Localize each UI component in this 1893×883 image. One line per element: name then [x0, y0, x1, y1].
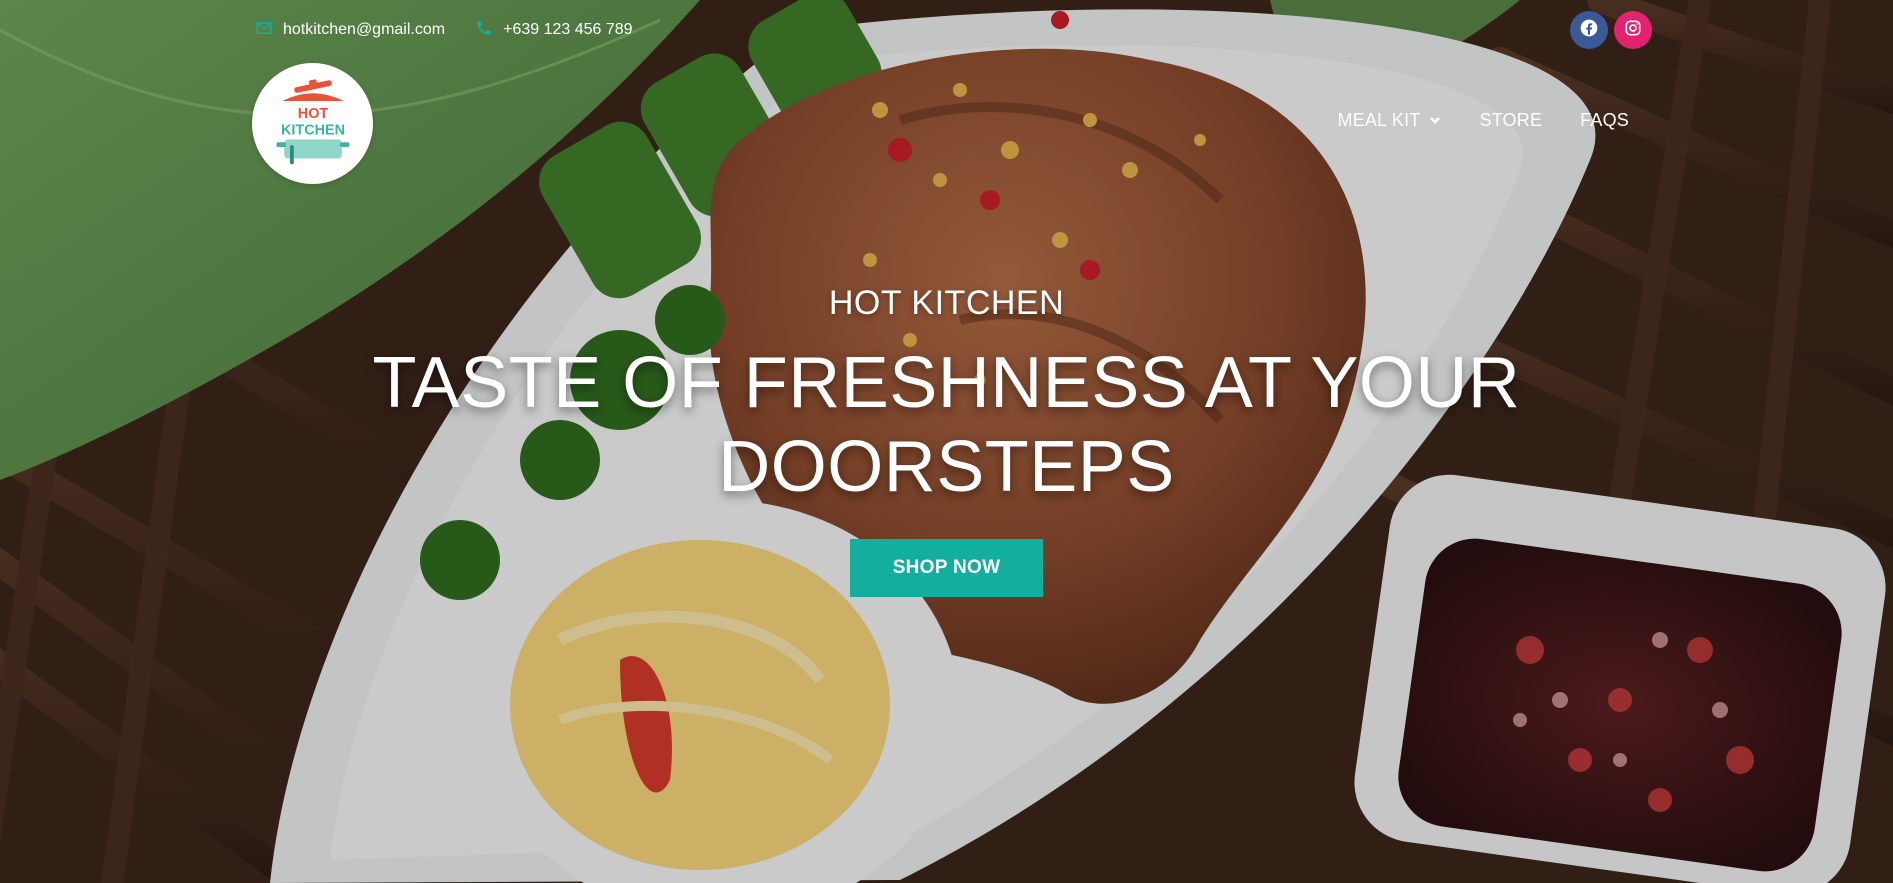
- hero-headline: TASTE OF FRESHNESS AT YOUR DOORSTEPS: [372, 343, 1521, 507]
- phone-text: +639 123 456 789: [503, 21, 633, 38]
- nav-item-label: MEAL KIT: [1337, 110, 1421, 130]
- logo-line2: KITCHEN: [281, 122, 345, 138]
- instagram-icon: [1623, 18, 1643, 43]
- email-text: hotkitchen@gmail.com: [283, 21, 446, 38]
- social-links: [1570, 11, 1652, 49]
- chevron-down-icon: [1429, 110, 1441, 131]
- nav-item-store[interactable]: STORE: [1479, 110, 1542, 131]
- phone-contact[interactable]: +639 123 456 789: [475, 19, 633, 42]
- phone-icon: [475, 19, 493, 42]
- hero-kicker: HOT KITCHEN: [828, 284, 1065, 322]
- nav-item-faqs[interactable]: FAQS: [1580, 110, 1629, 131]
- facebook-icon: [1579, 18, 1599, 43]
- hero-section: HOT KITCHEN TASTE OF FRESHNESS AT YOUR D…: [0, 284, 1893, 597]
- main-nav: MEAL KIT STORE FAQS: [1338, 110, 1629, 131]
- instagram-button[interactable]: [1614, 11, 1652, 49]
- top-contact-bar: hotkitchen@gmail.com +639 123 456 789: [255, 16, 633, 44]
- facebook-button[interactable]: [1570, 11, 1608, 49]
- nav-item-meal-kit[interactable]: MEAL KIT: [1338, 110, 1442, 131]
- brand-logo[interactable]: HOT KITCHEN: [252, 63, 373, 184]
- nav-item-label: STORE: [1479, 110, 1543, 130]
- shop-now-button[interactable]: SHOP NOW: [849, 539, 1044, 597]
- nav-item-label: FAQS: [1580, 110, 1629, 130]
- email-contact[interactable]: hotkitchen@gmail.com: [255, 19, 445, 42]
- envelope-icon: [255, 19, 273, 42]
- logo-line1: HOT: [297, 106, 328, 122]
